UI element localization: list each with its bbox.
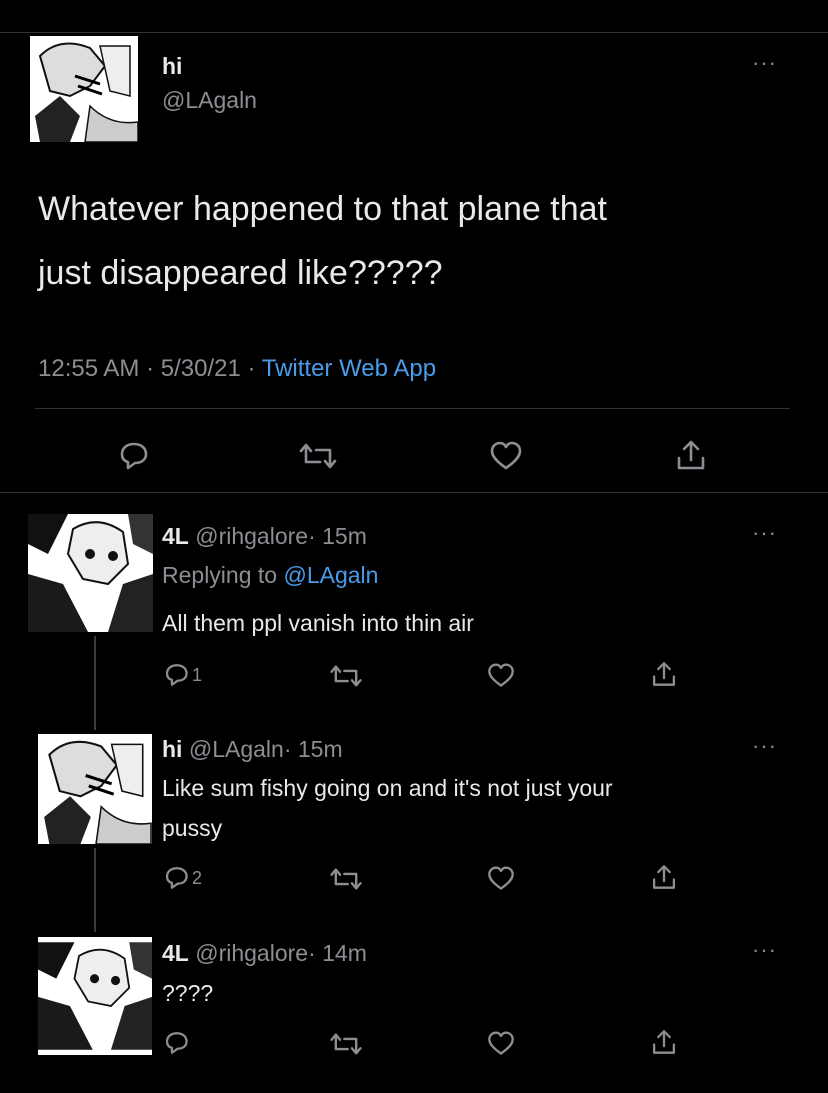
- reply-display-name[interactable]: 4L: [162, 523, 189, 549]
- meta-separator: ·: [146, 355, 155, 382]
- like-icon[interactable]: [488, 440, 524, 472]
- avatar[interactable]: [38, 734, 152, 844]
- reply-icon[interactable]: 1: [162, 662, 202, 688]
- avatar[interactable]: [38, 937, 152, 1055]
- meta-separator: ·: [308, 940, 316, 966]
- more-icon[interactable]: ···: [752, 52, 777, 74]
- reply-icon[interactable]: 2: [162, 865, 202, 891]
- reply-icon[interactable]: [116, 440, 150, 472]
- retweet-icon[interactable]: [329, 662, 363, 690]
- reply-header: 4L @rihgalore· 15m: [162, 523, 367, 550]
- like-icon[interactable]: [486, 865, 516, 892]
- tweet-source[interactable]: Twitter Web App: [262, 355, 436, 382]
- more-icon[interactable]: ···: [752, 939, 777, 961]
- avatar-manga-image: [30, 36, 138, 142]
- reply-text: ????: [162, 980, 214, 1006]
- replying-to: Replying to @LAgaln: [162, 562, 378, 589]
- tweet-time: 12:55 AM: [38, 355, 140, 382]
- meta-separator: ·: [308, 523, 316, 549]
- reply-handle[interactable]: @LAgaln: [189, 736, 284, 762]
- avatar-manga-image: [38, 942, 152, 1050]
- reply-header: 4L @rihgalore· 14m: [162, 940, 367, 967]
- avatar[interactable]: [28, 514, 153, 632]
- retweet-icon[interactable]: [329, 865, 363, 893]
- thread-line: [94, 636, 96, 730]
- meta-separator: ·: [283, 736, 292, 762]
- more-icon[interactable]: ···: [752, 735, 777, 757]
- like-icon[interactable]: [486, 1030, 516, 1057]
- author-handle[interactable]: @LAgaln: [162, 87, 257, 114]
- thread-line: [94, 848, 96, 932]
- reply-age[interactable]: 14m: [322, 940, 367, 966]
- reply-age[interactable]: 15m: [322, 523, 367, 549]
- tweet-text-line2: just disappeared like?????: [38, 254, 443, 292]
- author-display-name[interactable]: hi: [162, 53, 182, 80]
- avatar-manga-image: [28, 514, 153, 632]
- reply-text-line1: Like sum fishy going on and it's not jus…: [162, 775, 613, 801]
- reply-handle[interactable]: @rihgalore: [195, 523, 308, 549]
- reply-count: 1: [192, 664, 203, 685]
- reply-icon[interactable]: [162, 1030, 190, 1056]
- reply-display-name[interactable]: 4L: [162, 940, 189, 966]
- meta-separator: ·: [247, 355, 256, 382]
- replying-to-handle[interactable]: @LAgaln: [283, 562, 378, 588]
- tweet-text-line1: Whatever happened to that plane that: [38, 190, 607, 228]
- main-tweet-divider: [0, 492, 828, 493]
- reply-display-name[interactable]: hi: [162, 736, 182, 762]
- reply-handle[interactable]: @rihgalore: [195, 940, 308, 966]
- retweet-icon[interactable]: [298, 440, 338, 472]
- meta-divider: [35, 408, 790, 409]
- share-icon[interactable]: [650, 1028, 678, 1056]
- top-divider: [0, 32, 828, 33]
- reply-count: 2: [192, 867, 203, 888]
- avatar[interactable]: [30, 36, 138, 142]
- tweet-meta: 12:55 AM · 5/30/21 · Twitter Web App: [38, 355, 436, 383]
- avatar-manga-image: [38, 734, 152, 844]
- reply-header: hi @LAgaln· 15m: [162, 736, 343, 763]
- like-icon[interactable]: [486, 662, 516, 689]
- share-icon[interactable]: [650, 863, 678, 891]
- reply-age[interactable]: 15m: [298, 736, 343, 762]
- share-icon[interactable]: [650, 660, 678, 688]
- more-icon[interactable]: ···: [752, 522, 777, 544]
- reply-text: All them ppl vanish into thin air: [162, 610, 474, 636]
- replying-to-label: Replying to: [162, 562, 278, 588]
- reply-text-line2: pussy: [162, 815, 223, 841]
- share-icon[interactable]: [674, 438, 708, 472]
- retweet-icon[interactable]: [329, 1030, 363, 1058]
- tweet-date[interactable]: 5/30/21: [161, 355, 241, 382]
